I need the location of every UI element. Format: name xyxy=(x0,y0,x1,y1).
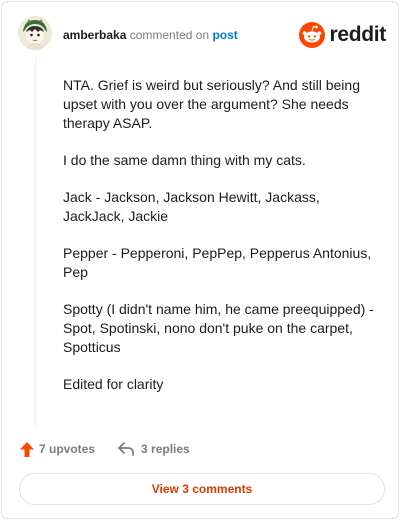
reply-count: 3 replies xyxy=(141,442,190,456)
reddit-snoo-icon xyxy=(299,22,326,48)
reddit-logo[interactable]: reddit xyxy=(299,22,386,48)
replies-button[interactable]: 3 replies xyxy=(117,441,190,457)
comment-header: amberbaka commented on post reddit xyxy=(18,16,386,54)
comment-paragraph: NTA. Grief is weird but seriously? And s… xyxy=(63,77,360,131)
username-link[interactable]: amberbaka xyxy=(63,28,126,42)
upvote-button[interactable]: 7 upvotes xyxy=(19,441,95,458)
comment-paragraph: I do the same damn thing with my cats. xyxy=(63,152,306,168)
comment-paragraph: Edited for clarity xyxy=(63,376,164,392)
avatar-image xyxy=(18,16,52,50)
comment-footer: 7 upvotes 3 replies xyxy=(19,439,190,459)
comment-card: amberbaka commented on post reddit NTA. … xyxy=(1,1,399,519)
reply-arrow-icon xyxy=(118,442,134,456)
comment-paragraph: Jack - Jackson, Jackson Hewitt, Jackass,… xyxy=(63,189,320,224)
post-link[interactable]: post xyxy=(212,28,237,42)
comment-paragraph: Spotty (I didn't name him, he came preeq… xyxy=(63,301,374,355)
comment-meta: amberbaka commented on post xyxy=(63,28,238,42)
comment-body: NTA. Grief is weird but seriously? And s… xyxy=(63,76,383,412)
upvote-arrow-icon xyxy=(20,441,34,457)
avatar[interactable] xyxy=(18,16,52,50)
comment-paragraph: Pepper - Pepperoni, PepPep, Pepperus Ant… xyxy=(63,245,372,280)
view-comments-button[interactable]: View 3 comments xyxy=(19,473,385,505)
thread-line xyxy=(35,58,36,426)
action-text: commented on xyxy=(129,28,210,42)
upvote-count: 7 upvotes xyxy=(39,442,96,456)
reddit-wordmark: reddit xyxy=(329,23,386,46)
